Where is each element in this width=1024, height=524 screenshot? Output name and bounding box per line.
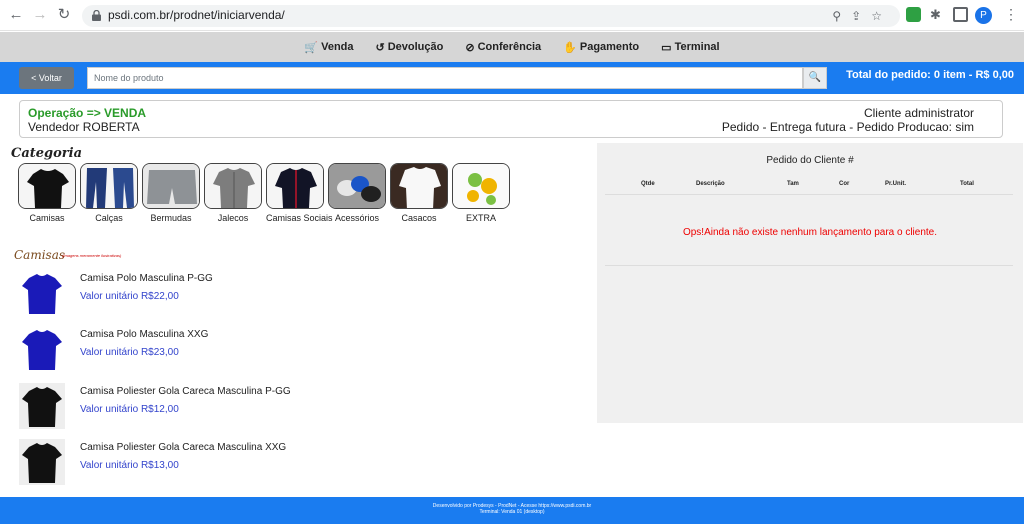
category-heading: Categoria (11, 146, 83, 161)
divider (605, 265, 1013, 266)
product-item[interactable]: Camisa Polo Masculina XXG Valor unitário… (19, 326, 519, 372)
nav-conferencia[interactable]: ⊘ Conferência (465, 41, 541, 54)
order-panel-title: Pedido do Cliente # (766, 155, 854, 166)
category-acessorios[interactable]: Acessórios (328, 163, 386, 223)
cart-icon: 🛒 (304, 41, 319, 54)
client-name: Cliente administrator (863, 106, 974, 120)
jacket-icon (204, 163, 262, 209)
category-calcas[interactable]: Calças (80, 163, 138, 223)
category-camisas[interactable]: Camisas (18, 163, 76, 223)
nav-label: Terminal (674, 41, 720, 53)
nav-venda[interactable]: 🛒 Venda (304, 41, 353, 54)
nav-devolucao[interactable]: ↺ Devolução (376, 41, 444, 54)
jeans-icon (80, 163, 138, 209)
nav-pagamento[interactable]: ✋ Pagamento (563, 41, 639, 54)
section-note: (Imagens meramente ilustrativas) (62, 253, 122, 258)
product-search-input[interactable]: Nome do produto (87, 67, 803, 89)
url-text: psdi.com.br/prodnet/iniciarvenda/ (108, 8, 285, 22)
column-header: Qtde (641, 181, 655, 187)
lock-icon (92, 10, 101, 21)
category-label: Camisas (29, 213, 65, 223)
url-actions: ⚲⇪☆ (832, 9, 892, 23)
puzzle-icon[interactable]: ✱ (930, 7, 945, 22)
nav-label: Devolução (387, 41, 444, 53)
product-item[interactable]: Camisa Polo Masculina P-GG Valor unitári… (19, 270, 519, 316)
coat-icon (390, 163, 448, 209)
category-label: Jalecos (217, 213, 249, 223)
order-panel: Pedido do Cliente # Qtde Descrição Tam C… (597, 143, 1023, 423)
product-price: Valor unitário R$12,00 (80, 404, 179, 415)
dress-shirt-icon (266, 163, 324, 209)
footer-terminal: Terminal: Venda 01 (desktop) (479, 509, 545, 515)
product-price: Valor unitário R$23,00 (80, 347, 179, 358)
browser-toolbar: ← → ↻ psdi.com.br/prodnet/iniciarvenda/ … (0, 0, 1024, 31)
zoom-icon[interactable]: ⚲ (832, 9, 851, 23)
laptop-icon: ▭ (661, 41, 672, 54)
star-icon[interactable]: ☆ (871, 9, 892, 23)
category-casacos[interactable]: Casacos (390, 163, 448, 223)
product-name: Camisa Polo Masculina P-GG (80, 273, 213, 284)
check-circle-icon: ⊘ (465, 41, 475, 54)
shorts-icon (142, 163, 200, 209)
back-arrow-icon[interactable]: ← (8, 7, 24, 23)
category-extra[interactable]: EXTRA (452, 163, 510, 223)
nav-label: Venda (321, 41, 354, 53)
forward-arrow-icon[interactable]: → (32, 7, 48, 23)
category-label: Bermudas (150, 213, 192, 223)
share-icon[interactable]: ⇪ (851, 9, 871, 23)
caps-icon (328, 163, 386, 209)
product-name: Camisa Poliester Gola Careca Masculina X… (80, 442, 287, 453)
tshirt-icon (19, 383, 65, 429)
hand-money-icon: ✋ (563, 41, 577, 54)
footer: Desenvolvido por Prodesys - ProdNet - Ac… (0, 497, 1024, 524)
search-icon: 🔍 (808, 72, 822, 83)
operation-title: Operação => VENDA (28, 106, 147, 120)
coins-icon (452, 163, 510, 209)
address-bar[interactable]: psdi.com.br/prodnet/iniciarvenda/ ⚲⇪☆ (82, 5, 900, 27)
product-price: Valor unitário R$22,00 (80, 291, 179, 302)
order-table-header: Qtde Descrição Tam Cor Pr.Unit. Total (605, 181, 1013, 195)
column-header: Cor (839, 181, 850, 187)
polo-shirt-icon (22, 274, 62, 314)
category-jalecos[interactable]: Jalecos (204, 163, 262, 223)
column-header: Tam (787, 181, 799, 187)
category-bermudas[interactable]: Bermudas (142, 163, 200, 223)
product-item[interactable]: Camisa Poliester Gola Careca Masculina X… (19, 439, 519, 485)
product-name: Camisa Poliester Gola Careca Masculina P… (80, 386, 291, 397)
operation-info: Operação => VENDA Vendedor ROBERTA Clien… (19, 100, 1003, 138)
nav-terminal[interactable]: ▭ Terminal (661, 41, 719, 54)
order-total: Total do pedido: 0 item - R$ 0,00 (846, 69, 1014, 81)
category-label: Casacos (401, 213, 437, 223)
product-price: Valor unitário R$13,00 (80, 460, 179, 471)
search-toolbar: < Voltar Nome do produto 🔍 Total do pedi… (0, 62, 1024, 94)
category-label: Camisas Sociais (266, 213, 333, 223)
sidepanel-icon[interactable] (953, 7, 968, 22)
column-header: Total (960, 181, 974, 187)
seller-name: Vendedor ROBERTA (28, 120, 140, 134)
nav-label: Conferência (477, 41, 542, 53)
product-item[interactable]: Camisa Poliester Gola Careca Masculina P… (19, 383, 519, 429)
category-label: EXTRA (465, 213, 496, 223)
category-camisas-sociais[interactable]: Camisas Sociais (266, 163, 333, 223)
category-label: Acessórios (334, 213, 379, 223)
undo-icon: ↺ (375, 41, 385, 54)
nav-label: Pagamento (579, 41, 640, 53)
section-title: Camisas (14, 248, 66, 262)
back-button[interactable]: < Voltar (19, 67, 74, 89)
order-type: Pedido - Entrega futura - Pedido Produca… (721, 120, 974, 134)
tshirt-icon (18, 163, 76, 209)
reload-icon[interactable]: ↻ (56, 7, 72, 23)
category-label: Calças (95, 213, 123, 223)
polo-shirt-icon (22, 330, 62, 370)
menu-kebab-icon[interactable]: ⋮ (1004, 6, 1018, 23)
column-header: Pr.Unit. (885, 181, 907, 187)
empty-order-message: Ops!Ainda não existe nenhum lançamento p… (682, 227, 938, 238)
column-header: Descrição (696, 181, 725, 187)
extension-icon[interactable] (906, 7, 921, 22)
product-name: Camisa Polo Masculina XXG (80, 329, 209, 340)
top-navigation: 🛒 Venda ↺ Devolução ⊘ Conferência ✋ Pagament… (0, 32, 1024, 62)
tshirt-icon (19, 439, 65, 485)
profile-avatar[interactable]: P (975, 7, 992, 24)
search-button[interactable]: 🔍 (803, 67, 827, 89)
